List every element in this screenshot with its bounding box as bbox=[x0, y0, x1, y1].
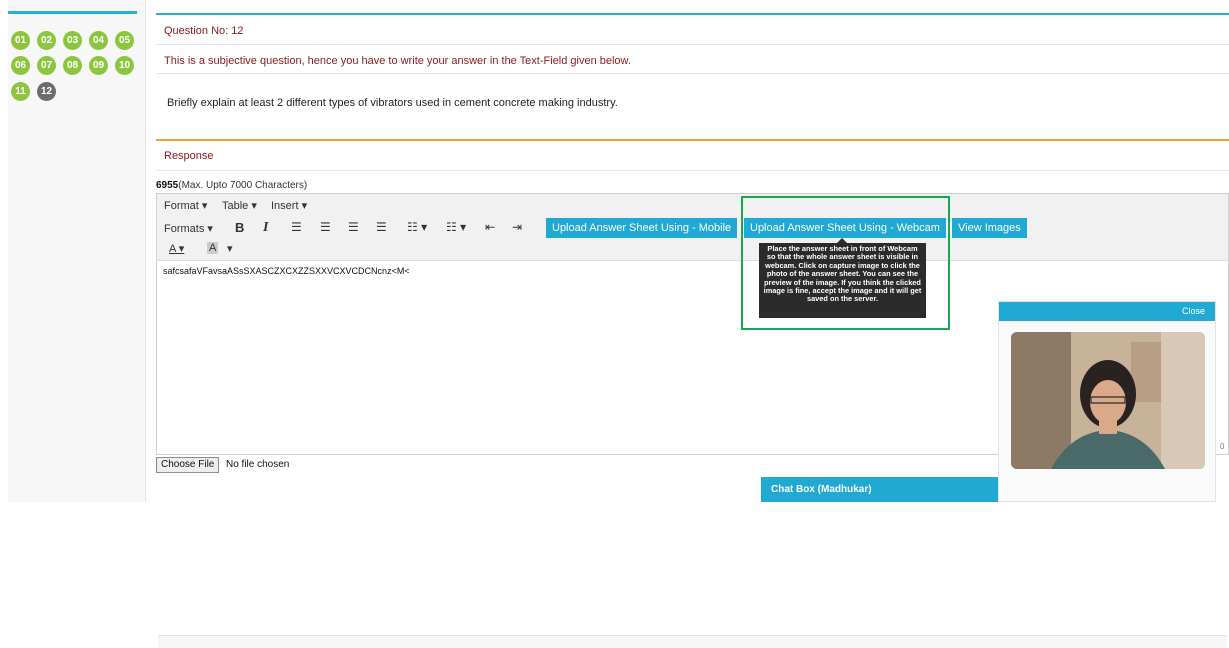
text-color-icon[interactable]: A ▾ bbox=[169, 242, 184, 255]
question-button-10[interactable]: 10 bbox=[115, 56, 134, 75]
highlight-box bbox=[741, 196, 950, 330]
view-images-button[interactable]: View Images bbox=[952, 218, 1027, 238]
menu-insert[interactable]: Insert ▾ bbox=[271, 199, 307, 212]
divider bbox=[156, 170, 1229, 171]
question-button-05[interactable]: 05 bbox=[115, 31, 134, 50]
numbered-list-icon[interactable]: ☷ ▾ bbox=[446, 220, 466, 234]
webcam-panel: Close bbox=[998, 301, 1216, 502]
question-instruction: This is a subjective question, hence you… bbox=[164, 55, 631, 67]
question-button-02[interactable]: 02 bbox=[37, 31, 56, 50]
webcam-person-image bbox=[1011, 332, 1205, 469]
webcam-close-button[interactable]: Close bbox=[1182, 306, 1205, 316]
upload-mobile-button[interactable]: Upload Answer Sheet Using - Mobile bbox=[546, 218, 738, 238]
question-button-01[interactable]: 01 bbox=[11, 31, 30, 50]
char-count-value: 6955 bbox=[156, 180, 179, 191]
align-left-icon[interactable]: ☰ bbox=[291, 220, 302, 234]
editor-menubar: Format ▾ Table ▾ Insert ▾ bbox=[157, 194, 1228, 217]
panel-top-line bbox=[156, 13, 1229, 15]
question-button-04[interactable]: 04 bbox=[89, 31, 108, 50]
question-button-09[interactable]: 09 bbox=[89, 56, 108, 75]
divider bbox=[156, 73, 1229, 74]
bold-icon[interactable]: B bbox=[235, 220, 244, 235]
menu-table[interactable]: Table ▾ bbox=[222, 199, 257, 212]
question-number: Question No: 12 bbox=[164, 25, 244, 37]
question-text: Briefly explain at least 2 different typ… bbox=[167, 97, 618, 109]
question-button-12[interactable]: 12 bbox=[37, 82, 56, 101]
formats-dropdown[interactable]: Formats ▾ bbox=[164, 222, 213, 235]
editor-edge-number: 0 bbox=[1220, 442, 1225, 451]
choose-file-button[interactable]: Choose File bbox=[156, 457, 220, 473]
char-counter: 6955(Max. Upto 7000 Characters) bbox=[156, 180, 307, 191]
webcam-video-feed bbox=[1011, 332, 1205, 469]
question-button-06[interactable]: 06 bbox=[11, 56, 30, 75]
divider bbox=[156, 44, 1229, 45]
indent-icon[interactable]: ⇥ bbox=[512, 220, 522, 234]
italic-icon[interactable]: I bbox=[263, 220, 268, 236]
question-button-07[interactable]: 07 bbox=[37, 56, 56, 75]
bullet-list-icon[interactable]: ☷ ▾ bbox=[407, 220, 427, 234]
editor-toolbar: Formats ▾ B I ☰ ☰ ☰ ☰ ☷ ▾ ☷ ▾ ⇤ ⇥ Upload… bbox=[157, 216, 1228, 261]
question-palette: 01 02 03 04 05 06 07 08 09 10 11 12 bbox=[8, 0, 146, 502]
file-status: No file chosen bbox=[226, 459, 290, 470]
align-right-icon[interactable]: ☰ bbox=[348, 220, 359, 234]
chevron-down-icon[interactable]: ▾ bbox=[227, 242, 233, 255]
question-button-03[interactable]: 03 bbox=[63, 31, 82, 50]
response-divider bbox=[156, 139, 1229, 141]
editor-scrollbar[interactable] bbox=[158, 635, 1227, 648]
question-button-08[interactable]: 08 bbox=[63, 56, 82, 75]
menu-format[interactable]: Format ▾ bbox=[164, 199, 207, 212]
palette-top-line bbox=[8, 11, 137, 14]
outdent-icon[interactable]: ⇤ bbox=[485, 220, 495, 234]
align-center-icon[interactable]: ☰ bbox=[320, 220, 331, 234]
webcam-header: Close bbox=[999, 302, 1215, 321]
align-justify-icon[interactable]: ☰ bbox=[376, 220, 387, 234]
answer-text[interactable]: safcsafaVFavsaASsSXASCZXCXZZSXXVCXVCDCNc… bbox=[163, 266, 410, 276]
response-heading: Response bbox=[164, 150, 214, 162]
char-limit-text: (Max. Upto 7000 Characters) bbox=[178, 180, 308, 191]
background-color-icon[interactable]: A bbox=[207, 242, 219, 254]
question-button-11[interactable]: 11 bbox=[11, 82, 30, 101]
